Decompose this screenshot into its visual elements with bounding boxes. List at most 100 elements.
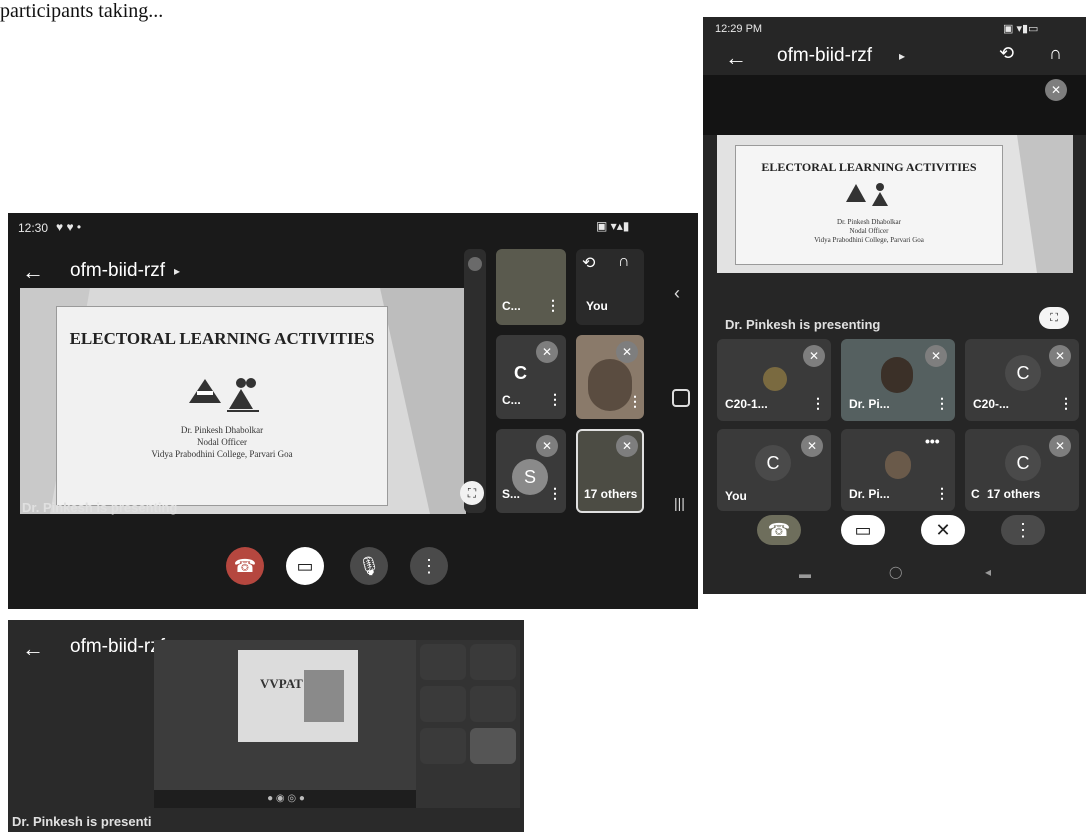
participant-tile[interactable] (470, 728, 516, 764)
mic-off-button[interactable]: ✕ (921, 515, 965, 545)
switch-camera-icon[interactable]: ⟲ (582, 253, 595, 273)
shared-slide-text: VVPAT (260, 676, 303, 691)
slide-presenter-name: Dr. Pinkesh Dhabolkar (837, 218, 901, 226)
participant-tile[interactable] (470, 686, 516, 722)
more-options-button[interactable]: ⋮ (1001, 515, 1045, 545)
participant-tile-dr-pi[interactable]: ✕ Dr. Pi... ⋮ (841, 339, 955, 421)
others-tile[interactable]: ✕ C C 17 others (965, 429, 1079, 511)
participant-tile-dr-pi-2[interactable]: ••• Dr. Pi... ⋮ (841, 429, 955, 511)
tile-label: You (725, 489, 747, 503)
nav-home-icon[interactable] (672, 389, 690, 407)
mic-off-icon: ✕ (801, 435, 823, 457)
shared-screen: VVPAT ● ◉ ◎ ● (154, 640, 418, 808)
mic-off-icon: ✕ (616, 435, 638, 457)
headphones-icon[interactable]: ∩ (618, 253, 630, 271)
presenting-label: Dr. Pinkesh is presenti (12, 814, 152, 829)
mic-off-icon: ✕ (1049, 345, 1071, 367)
more-vert-icon[interactable]: ⋮ (811, 395, 825, 412)
slide-college: Vidya Prabodhini College, Parvari Goa (151, 449, 293, 459)
meeting-title[interactable]: ofm-biid-rzf (70, 636, 165, 658)
others-tile[interactable]: ✕ 17 others (576, 429, 644, 513)
presentation-area: ELECTORAL LEARNING ACTIVITIES Dr. Pinkes… (20, 288, 466, 514)
side-handle[interactable] (464, 249, 486, 513)
page-caption: participants taking... (0, 0, 164, 22)
signal-battery-icon: ▣ ▾▴▮ (596, 219, 630, 233)
mic-off-icon: ✕ (803, 345, 825, 367)
tile-label: C20-... (973, 397, 1010, 411)
vvpat-machine-image (304, 670, 344, 722)
avatar (763, 367, 787, 391)
tile-label: Dr. Pi... (849, 487, 890, 501)
mic-button[interactable]: 🎙 (350, 547, 388, 585)
headphones-icon[interactable]: ∩ (1049, 43, 1062, 64)
participant-face (588, 359, 632, 411)
fullscreen-icon[interactable]: ⛶ (460, 481, 484, 505)
shared-slide: VVPAT (238, 650, 358, 742)
status-time: 12:30 (18, 221, 49, 235)
fullscreen-icon[interactable]: ⛶ (1039, 307, 1069, 329)
participant-strip (416, 640, 520, 808)
mic-off-icon: ✕ (536, 435, 558, 457)
back-arrow-icon[interactable]: ← (725, 45, 747, 71)
camera-off-button[interactable]: ▭ (841, 515, 885, 545)
more-vert-icon[interactable]: ⋮ (935, 395, 949, 412)
end-call-button[interactable]: ☎ (757, 515, 801, 545)
participant-tile[interactable] (420, 644, 466, 680)
slide-presenter-role: Nodal Officer (849, 227, 889, 235)
tile-avatar-letter: C (514, 363, 527, 383)
participant-tile-c20[interactable]: ✕ C C20-... ⋮ (965, 339, 1079, 421)
mic-off-icon: ✕ (1045, 79, 1067, 101)
avatar: C (1005, 355, 1041, 391)
slide-title: ELECTORAL LEARNING ACTIVITIES (69, 329, 375, 348)
chevron-right-icon[interactable]: ▸ (899, 49, 905, 63)
tile-label: C... (502, 299, 521, 313)
participant-tile-c[interactable]: C... ⋮ (496, 249, 566, 325)
more-vert-icon[interactable]: ⋮ (1059, 395, 1073, 412)
more-vert-icon[interactable]: ⋮ (546, 297, 560, 314)
mic-off-icon: ✕ (616, 341, 638, 363)
participant-tile-video[interactable]: ✕ ⋮ (576, 335, 644, 419)
more-vert-icon[interactable]: ⋮ (628, 393, 642, 410)
participant-tile-you[interactable]: ⟲ ∩ You (576, 249, 644, 325)
nav-recents-icon[interactable]: ▬ (799, 567, 811, 581)
more-vert-icon[interactable]: ⋮ (935, 485, 949, 502)
back-arrow-icon[interactable]: ← (22, 636, 44, 662)
participant-tile-s[interactable]: ✕ S S... ⋮ (496, 429, 566, 513)
nav-back-icon[interactable]: ‹ (674, 283, 680, 304)
nav-recents-icon[interactable]: ||| (674, 495, 685, 511)
meet-screenshot-portrait: 12:29 PM ▣ ▾▮▭ ← ofm-biid-rzf ▸ ⟲ ∩ ✕ EL… (703, 17, 1086, 594)
participant-tile-c-mid[interactable]: ✕ C C... ⋮ (496, 335, 566, 419)
shared-taskbar: ● ◉ ◎ ● (154, 790, 418, 808)
switch-camera-icon[interactable]: ⟲ (999, 43, 1014, 64)
participant-tile[interactable] (470, 644, 516, 680)
speaking-indicator-icon: ••• (925, 433, 940, 449)
more-options-button[interactable]: ⋮ (410, 547, 448, 585)
presentation-area: ELECTORAL LEARNING ACTIVITIES Dr. Pinkes… (717, 135, 1073, 273)
status-time: 12:29 PM (715, 23, 763, 35)
slide: ELECTORAL LEARNING ACTIVITIES Dr. Pinkes… (56, 306, 388, 506)
mic-off-icon: ✕ (1049, 435, 1071, 457)
signal-battery-icon: ▣ ▾▮▭ (1003, 23, 1039, 35)
meeting-title[interactable]: ofm-biid-rzf (777, 45, 872, 67)
participant-tile-you[interactable]: ✕ C You (717, 429, 831, 511)
participant-tile[interactable] (420, 686, 466, 722)
others-label: 17 others (987, 487, 1041, 501)
chevron-right-icon[interactable]: ▸ (174, 264, 180, 278)
tile-label: C20-1... (725, 397, 768, 411)
end-call-button[interactable]: ☎ (226, 547, 264, 585)
election-logo-icon (846, 183, 888, 206)
participant-face (881, 357, 913, 393)
back-arrow-icon[interactable]: ← (22, 259, 44, 285)
slide: ELECTORAL LEARNING ACTIVITIES Dr. Pinkes… (735, 145, 1003, 265)
nav-back-icon[interactable]: ◂ (985, 565, 991, 579)
slide-college: Vidya Prabodhini College, Parvari Goa (814, 236, 924, 244)
slide-presenter-role: Nodal Officer (196, 437, 248, 447)
participant-tile[interactable] (420, 728, 466, 764)
more-vert-icon[interactable]: ⋮ (548, 391, 562, 408)
meeting-title[interactable]: ofm-biid-rzf (70, 260, 165, 282)
more-vert-icon[interactable]: ⋮ (548, 485, 562, 502)
participant-tile-c20-1[interactable]: ✕ C20-1... ⋮ (717, 339, 831, 421)
nav-home-icon[interactable]: ◯ (889, 565, 902, 579)
camera-off-button[interactable]: ▭ (286, 547, 324, 585)
tile-label: Dr. Pi... (849, 397, 890, 411)
